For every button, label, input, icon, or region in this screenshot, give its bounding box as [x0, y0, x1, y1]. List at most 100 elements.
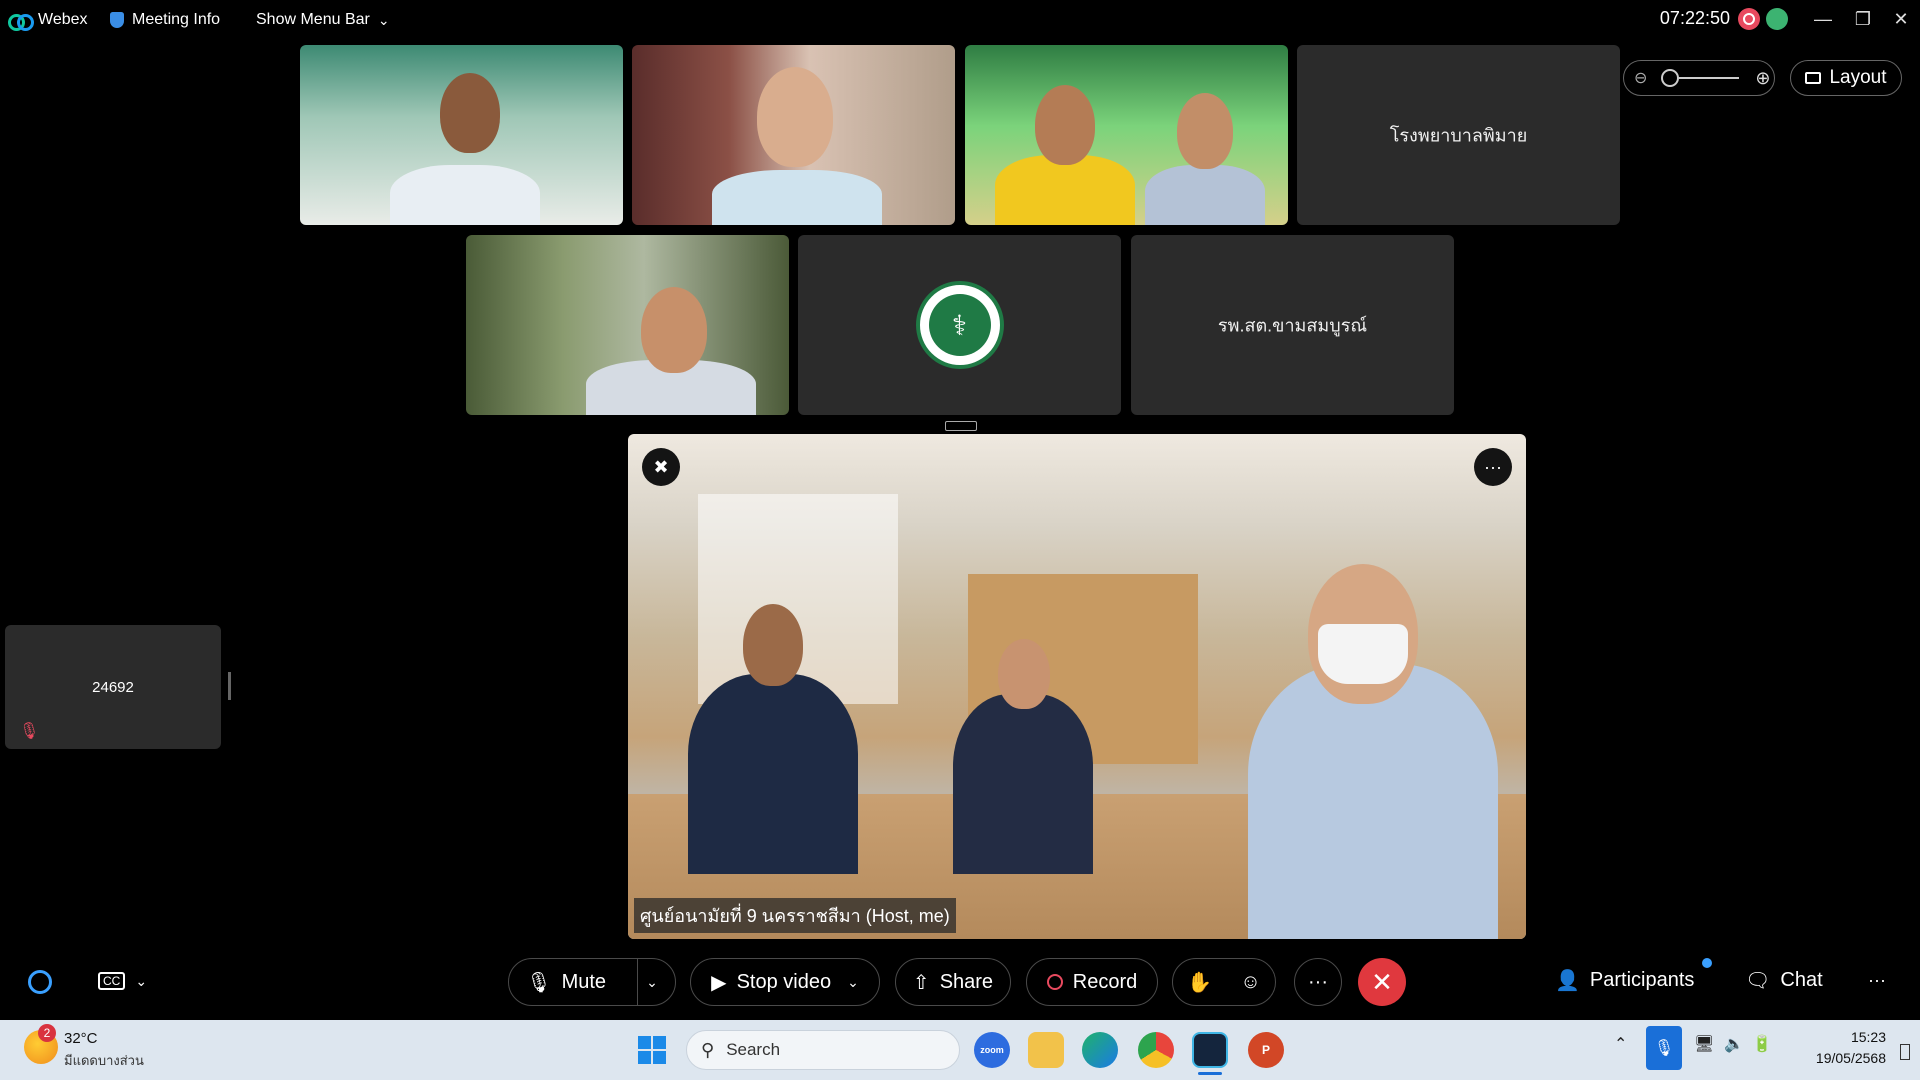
shield-icon [110, 12, 124, 28]
chat-bubble-icon: 🗨 [1745, 970, 1771, 992]
layout-icon [1805, 72, 1822, 84]
title-bar: Webex Meeting Info Show Menu Bar ⌄ 07:22… [0, 0, 1920, 40]
zoom-slider-track[interactable] [1679, 77, 1740, 79]
meeting-info-label: Meeting Info [132, 11, 221, 28]
layout-button[interactable]: Layout [1790, 60, 1902, 96]
webex-logo-icon [8, 12, 34, 31]
chat-label: Chat [1780, 969, 1823, 991]
start-button[interactable] [638, 1036, 666, 1064]
meeting-info-button[interactable]: Meeting Info [110, 8, 220, 32]
show-desktop-button[interactable] [1900, 1044, 1910, 1060]
speaker-icon[interactable]: 🔈 [1724, 1034, 1744, 1054]
active-app-indicator [1198, 1072, 1222, 1075]
zoom-app-icon[interactable]: zoom [974, 1032, 1010, 1068]
recording-indicator-icon[interactable] [1738, 8, 1760, 30]
show-menu-bar-label: Show Menu Bar [256, 11, 370, 28]
zoom-in-icon[interactable]: ⊕ [1755, 68, 1770, 89]
closed-captions-icon: CC [98, 972, 126, 990]
zoom-out-icon[interactable]: ⊖ [1634, 68, 1647, 88]
share-label: Share [939, 970, 994, 993]
self-view-name: 24692 [92, 679, 134, 696]
file-explorer-icon[interactable] [1028, 1032, 1064, 1068]
taskbar-date[interactable]: 19/05/2568 [1796, 1050, 1886, 1066]
reactions-icon[interactable]: ☺ [1240, 971, 1260, 994]
restore-button[interactable]: ❐ [1846, 4, 1880, 34]
gallery-zoom-control[interactable]: ⊖ ⊕ [1623, 60, 1775, 96]
share-button[interactable]: ⇧ Share [895, 958, 1011, 1006]
mute-label: Mute [561, 970, 607, 993]
record-button[interactable]: Record [1026, 958, 1158, 1006]
record-label: Record [1072, 970, 1138, 993]
stop-video-button[interactable]: ▶ Stop video ⌄ [690, 958, 880, 1006]
share-screen-icon: ⇧ [912, 971, 930, 994]
participants-icon: 👤 [1555, 970, 1580, 992]
zoom-slider-thumb[interactable] [1661, 69, 1680, 87]
muted-mic-icon: 🎙 [19, 723, 40, 740]
taskbar-time[interactable]: 15:23 [1796, 1029, 1886, 1045]
weather-description[interactable]: มีแดดบางส่วน [64, 1050, 144, 1071]
self-view-collapse-handle[interactable] [228, 672, 231, 700]
edge-icon[interactable] [1082, 1032, 1118, 1068]
participants-label: Participants [1589, 969, 1695, 991]
video-background [698, 494, 898, 704]
show-menu-bar-button[interactable]: Show Menu Bar ⌄ [256, 8, 390, 32]
participant-tile[interactable] [965, 45, 1288, 225]
network-icon[interactable]: 🖥 [1694, 1034, 1714, 1054]
participant-video [712, 170, 882, 225]
meeting-timer: 07:22:50 [1659, 8, 1730, 28]
weather-temp[interactable]: 32°C [64, 1030, 98, 1047]
record-icon [1046, 974, 1063, 990]
participant-video [390, 165, 540, 225]
minimize-button[interactable]: — [1806, 4, 1840, 34]
layout-label: Layout [1829, 67, 1887, 88]
participant-name: รพ.สต.ขามสมบูรณ์ [1217, 315, 1368, 336]
participant-tile[interactable] [632, 45, 955, 225]
speaker-name-label: ศูนย์อนามัยที่ 9 นครราชสีมา (Host, me) [634, 898, 956, 933]
search-icon: ⚲ [701, 1039, 715, 1060]
participant-tile[interactable] [300, 45, 623, 225]
panel-more-button[interactable]: ··· [1868, 970, 1886, 991]
resize-handle[interactable] [945, 421, 977, 431]
participant-tile[interactable]: ⚕ [798, 235, 1121, 415]
chevron-down-icon[interactable]: ⌄ [646, 974, 658, 991]
participant-tile[interactable] [466, 235, 789, 415]
chrome-icon[interactable] [1138, 1032, 1174, 1068]
chevron-down-icon: ⌄ [377, 11, 390, 28]
app-name: Webex [38, 11, 88, 28]
closed-captions-button[interactable]: CC ⌄ [98, 972, 147, 990]
close-window-button[interactable]: ✕ [1884, 4, 1918, 34]
powerpoint-icon[interactable]: P [1248, 1032, 1284, 1068]
stop-video-label: Stop video [736, 970, 832, 993]
battery-icon[interactable]: 🔋 [1752, 1034, 1772, 1054]
participant-tile[interactable]: โรงพยาบาลพิมาย [1297, 45, 1620, 225]
taskbar-search[interactable]: ⚲ Search [686, 1030, 960, 1070]
notification-dot [1702, 958, 1712, 968]
participants-button[interactable]: 👤 Participants [1555, 968, 1694, 993]
chevron-up-icon[interactable]: ⌃ [1614, 1034, 1627, 1054]
active-speaker-video[interactable]: ✖ ··· ศูนย์อนามัยที่ 9 นครราชสีมา (Host,… [628, 434, 1526, 939]
reactions-group: ✋ ☺ [1172, 958, 1276, 1006]
ministry-of-public-health-logo: ⚕ [915, 281, 1004, 369]
self-view-tile[interactable]: 24692 🎙 [5, 625, 221, 749]
end-call-button[interactable]: ✕ [1358, 958, 1406, 1006]
chevron-down-icon: ⌄ [135, 972, 148, 989]
microphone-icon: 🎙 [526, 971, 552, 994]
participant-tile[interactable]: รพ.สต.ขามสมบูรณ์ [1131, 235, 1454, 415]
raise-hand-icon[interactable]: ✋ [1187, 970, 1212, 995]
mute-button[interactable]: 🎙 Mute ⌄ [508, 958, 676, 1006]
unpin-icon[interactable]: ✖ [642, 448, 680, 486]
more-options-button[interactable]: ··· [1294, 958, 1342, 1006]
caduceus-icon: ⚕ [928, 294, 991, 356]
ai-assistant-icon[interactable] [28, 970, 52, 994]
chevron-down-icon[interactable]: ⌄ [847, 974, 859, 991]
webex-menu[interactable]: Webex [8, 8, 88, 32]
network-stats-icon[interactable] [1766, 8, 1788, 30]
search-placeholder: Search [726, 1040, 781, 1059]
weather-badge: 2 [38, 1024, 56, 1042]
stage-more-options-button[interactable]: ··· [1474, 448, 1512, 486]
chat-button[interactable]: 🗨 Chat [1745, 968, 1823, 993]
webex-taskbar-icon[interactable] [1192, 1032, 1228, 1068]
video-camera-icon: ▶ [711, 971, 727, 994]
participant-name: โรงพยาบาลพิมาย [1389, 125, 1528, 146]
microphone-in-use-icon[interactable]: 🎙 [1646, 1026, 1682, 1070]
